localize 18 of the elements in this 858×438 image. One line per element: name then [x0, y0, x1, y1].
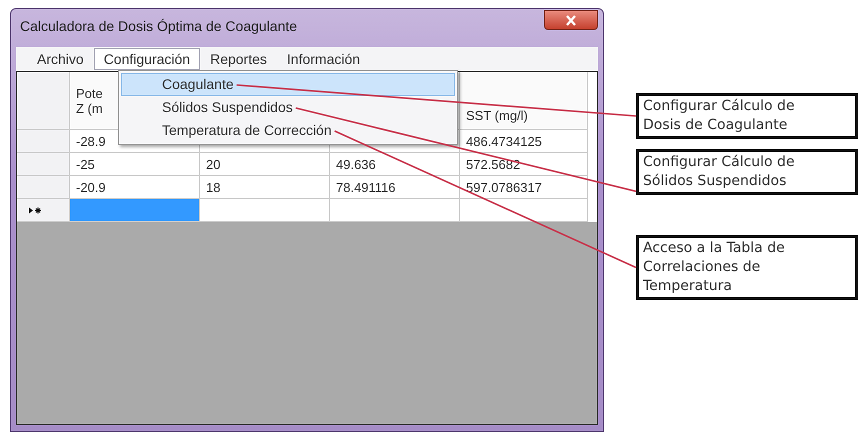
- table-cell[interactable]: [460, 199, 588, 222]
- close-icon: [565, 14, 577, 26]
- callout-box: Configurar Cálculo de Sólidos Suspendidos: [636, 149, 858, 195]
- table-cell[interactable]: [330, 199, 460, 222]
- column-header: SST (mg/l): [460, 72, 588, 130]
- menu-item[interactable]: Coagulante: [121, 73, 455, 96]
- close-button[interactable]: [544, 10, 598, 30]
- menu-item[interactable]: Información: [276, 48, 370, 70]
- table-cell[interactable]: [70, 199, 200, 222]
- menu-item[interactable]: Reportes: [200, 48, 277, 70]
- callout-box: Acceso a la Tabla de Correlaciones de Temperatura: [636, 235, 858, 300]
- window-title: Calculadora de Dosis Óptima de Coagulante: [19, 18, 298, 34]
- menu-item[interactable]: Configuración: [94, 48, 200, 70]
- menu-item[interactable]: Archivo: [27, 48, 94, 70]
- callout-box: Configurar Cálculo de Dosis de Coagulante: [636, 93, 858, 139]
- new-row-icon: [29, 206, 42, 214]
- table-cell[interactable]: [200, 199, 330, 222]
- row-header: [17, 153, 70, 176]
